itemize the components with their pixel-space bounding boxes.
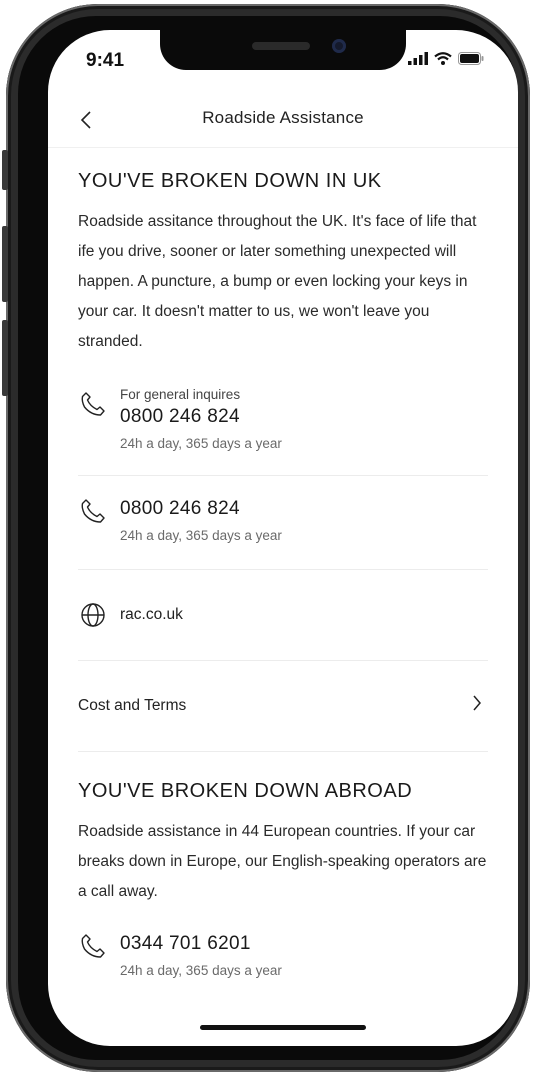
cost-and-terms-label: Cost and Terms xyxy=(78,697,187,714)
website-label[interactable]: rac.co.uk xyxy=(120,606,183,624)
page-title: Roadside Assistance xyxy=(202,108,364,127)
nav-bar: Roadside Assistance xyxy=(48,94,518,148)
contact-phone-number[interactable]: 0800 246 824 xyxy=(120,498,488,520)
contact-sub-label: For general inquires xyxy=(120,387,241,402)
side-button-volume-up xyxy=(2,226,8,302)
phone-icon xyxy=(81,499,105,523)
contact-hours: 24h a day, 365 days a year xyxy=(120,528,282,543)
battery-icon xyxy=(458,52,484,65)
divider xyxy=(78,475,488,476)
phone-icon xyxy=(81,392,105,416)
signal-icon xyxy=(408,52,428,65)
website-link[interactable]: rac.co.uk xyxy=(78,570,488,660)
content: YOU'VE BROKEN DOWN IN UK Roadside assita… xyxy=(78,170,488,978)
abroad-section-heading: YOU'VE BROKEN DOWN ABROAD xyxy=(78,780,413,802)
side-button-volume-down xyxy=(2,320,8,396)
contact-abroad-phone[interactable]: 0344 701 6201 24h a day, 365 days a year xyxy=(78,933,488,978)
notch xyxy=(160,30,406,70)
divider xyxy=(78,751,488,752)
chevron-right-icon xyxy=(473,695,481,711)
uk-section-body: Roadside assitance throughout the UK. It… xyxy=(78,213,477,350)
wifi-icon xyxy=(434,52,452,65)
phone-icon xyxy=(81,934,105,958)
contact-hours: 24h a day, 365 days a year xyxy=(120,963,282,978)
cost-and-terms-row[interactable]: Cost and Terms xyxy=(78,661,488,751)
globe-icon xyxy=(81,603,105,627)
abroad-section-body: Roadside assistance in 44 European count… xyxy=(78,823,487,900)
camera xyxy=(332,39,346,53)
contact-hours: 24h a day, 365 days a year xyxy=(120,436,282,451)
uk-section-heading: YOU'VE BROKEN DOWN IN UK xyxy=(78,170,382,192)
contact-phone-number[interactable]: 0344 701 6201 xyxy=(120,933,488,955)
status-time: 9:41 xyxy=(86,50,125,71)
contact-general-inquiries[interactable]: For general inquires 0800 246 824 24h a … xyxy=(78,387,488,475)
screen: 9:41 Roadside Assistance YOU'VE BROKEN D… xyxy=(48,30,518,1046)
contact-phone[interactable]: 0800 246 824 24h a day, 365 days a year xyxy=(78,498,488,569)
side-button-silent xyxy=(2,150,8,190)
status-icons xyxy=(408,52,484,65)
contact-phone-number[interactable]: 0800 246 824 xyxy=(120,406,488,428)
speaker xyxy=(252,42,310,50)
home-indicator[interactable] xyxy=(200,1025,366,1030)
